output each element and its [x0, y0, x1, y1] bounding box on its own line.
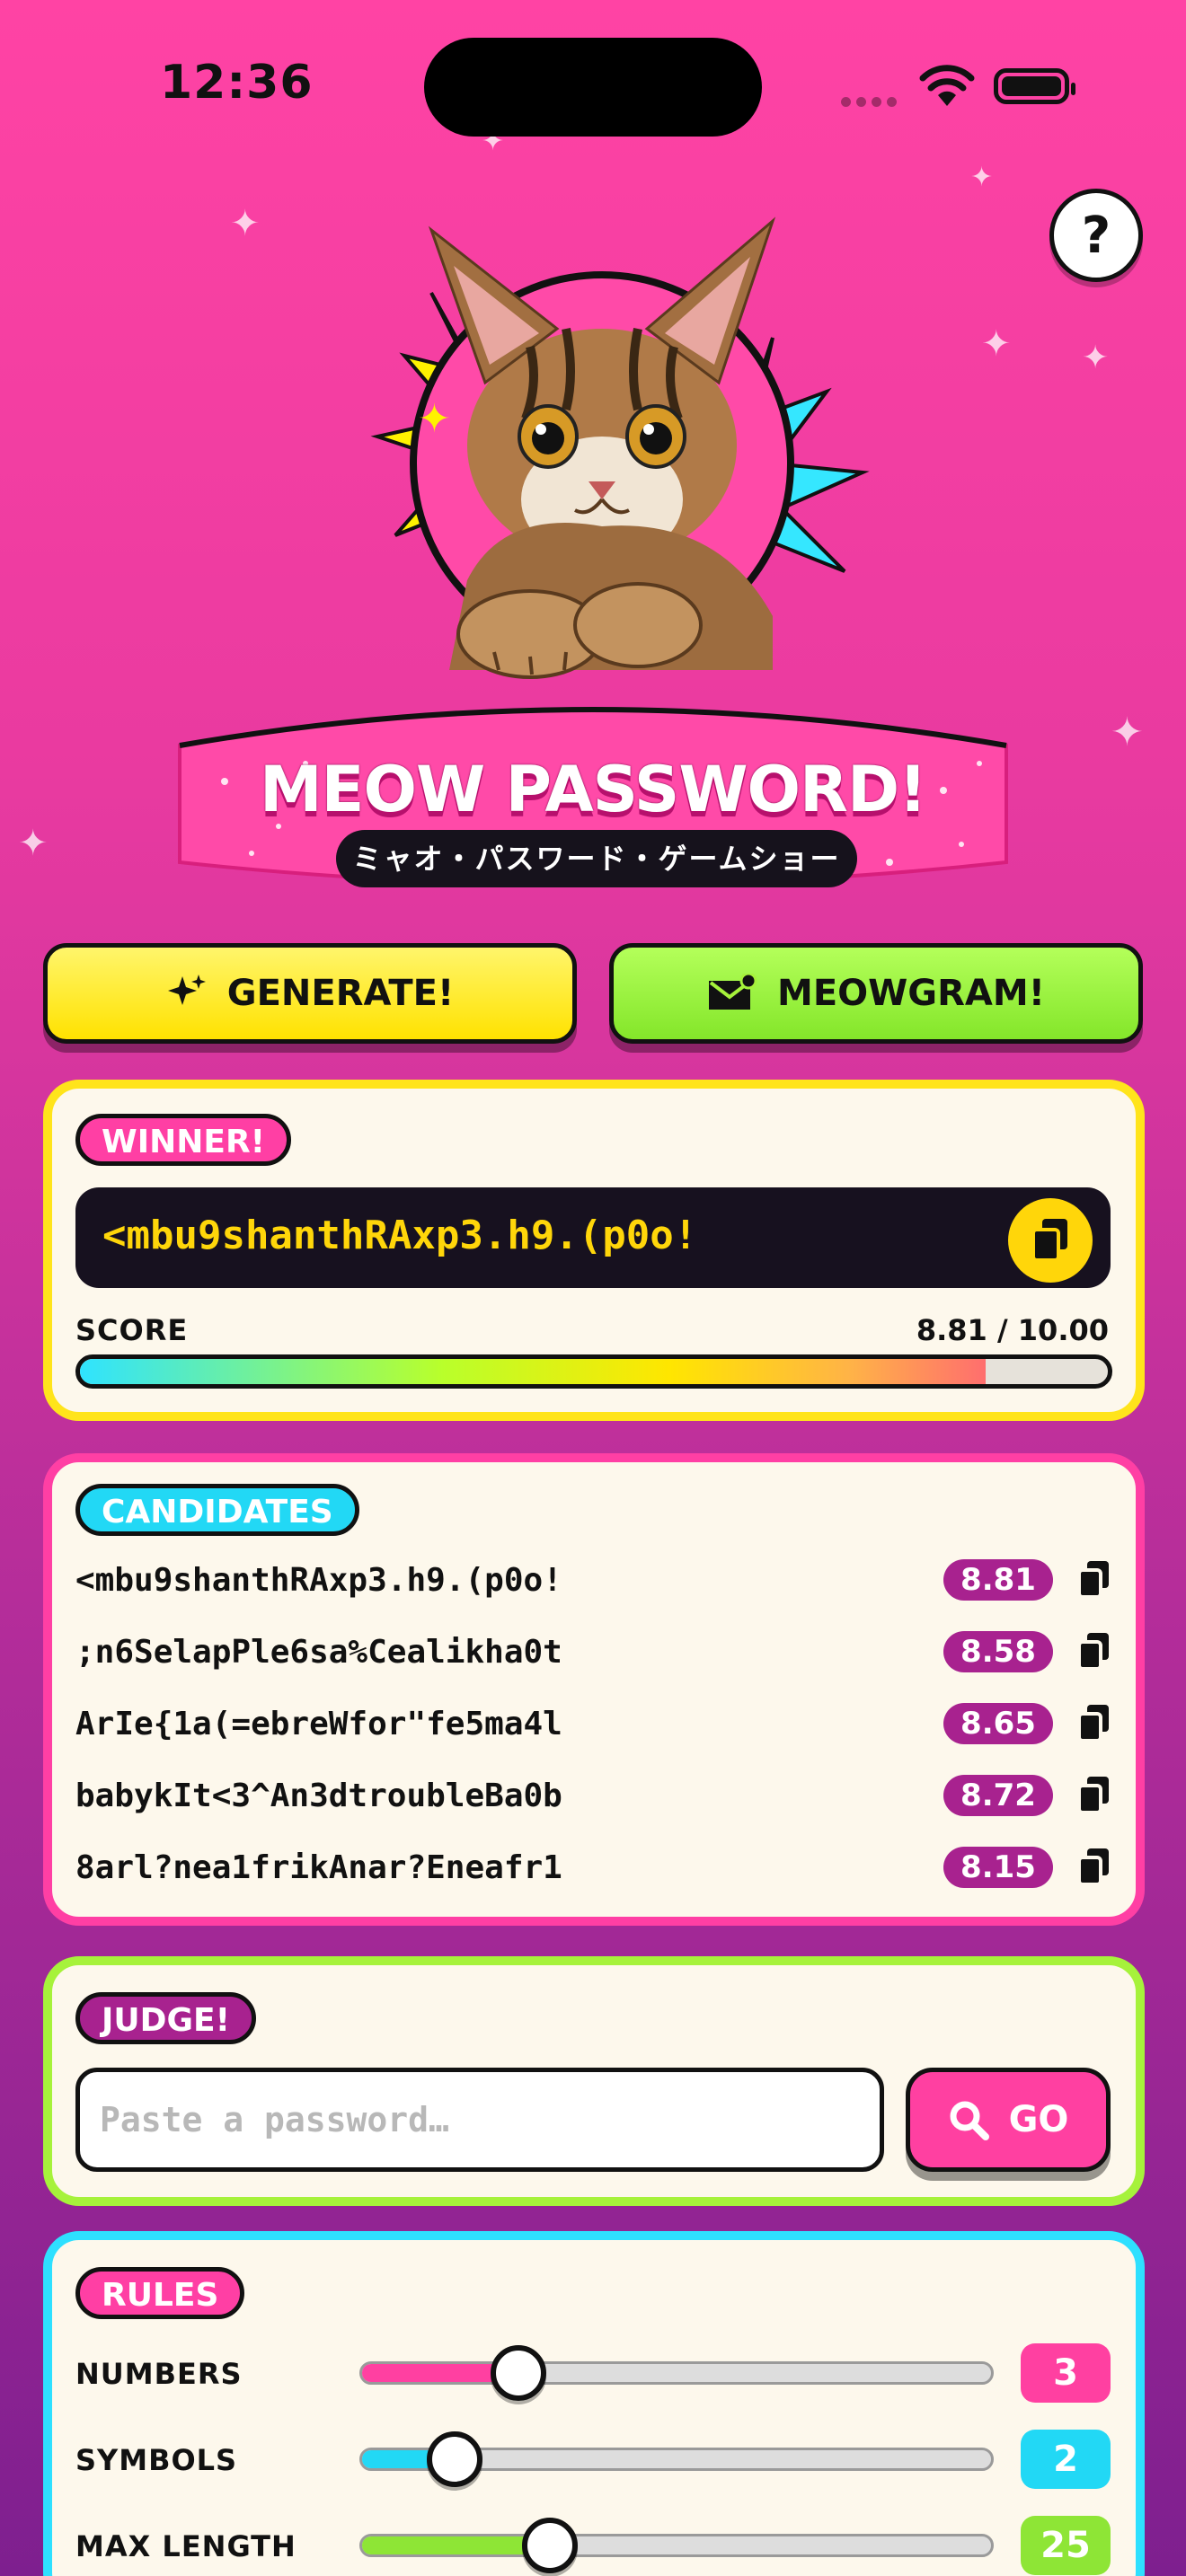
candidate-password: 8arl?nea1frikAnar?Eneafr1: [75, 1848, 562, 1886]
rule-label: NUMBERS: [75, 2357, 243, 2391]
copy-icon: [1077, 1777, 1109, 1814]
candidate-row: ArIe{1a(=ebreWfor"fe5ma4l 8.65: [75, 1696, 1112, 1751]
copy-icon: [1077, 1848, 1109, 1886]
sparkle-icon: ✦: [18, 823, 49, 864]
svg-text:✦: ✦: [418, 396, 451, 442]
app-subtitle: ミャオ・パスワード・ゲームショー: [336, 830, 857, 887]
candidate-row: ;n6SelapPle6sa%Cealikha0t 8.58: [75, 1624, 1112, 1680]
candidate-password: ArIe{1a(=ebreWfor"fe5ma4l: [75, 1705, 562, 1742]
candidate-password: babykIt<3^An3dtroubleBa0b: [75, 1777, 562, 1814]
battery-icon: [994, 68, 1075, 104]
sparkle-icon: ✦: [1082, 340, 1110, 376]
candidate-score: 8.65: [943, 1703, 1053, 1744]
candidate-score: 8.15: [943, 1847, 1053, 1888]
status-time: 12:36: [160, 56, 314, 110]
copy-winner-button[interactable]: [1008, 1198, 1093, 1283]
meowgram-button[interactable]: MEOWGRAM!: [609, 943, 1143, 1044]
candidate-row: 8arl?nea1frikAnar?Eneafr1 8.15: [75, 1839, 1112, 1895]
copy-icon: [1077, 1633, 1109, 1671]
app-title: MEOW PASSWORD!: [260, 753, 927, 826]
candidate-row: <mbu9shanthRAxp3.h9.(p0o! 8.81: [75, 1552, 1112, 1608]
signal-icon: [841, 93, 902, 110]
copy-icon: [1077, 1561, 1109, 1599]
sparkle-icon: ✦: [970, 162, 994, 193]
rule-slider-knob[interactable]: [490, 2345, 546, 2401]
score-value: 8.81 / 10.00: [916, 1313, 1109, 1347]
generate-button[interactable]: GENERATE!: [43, 943, 577, 1044]
copy-candidate-button[interactable]: [1076, 1775, 1112, 1816]
sparkle-icon: ✦: [1111, 710, 1144, 755]
candidate-score: 8.58: [943, 1631, 1053, 1672]
search-icon: [950, 2101, 989, 2140]
copy-candidate-button[interactable]: [1076, 1631, 1112, 1672]
go-label: GO: [1008, 2099, 1069, 2140]
rule-slider-track[interactable]: [359, 2361, 994, 2385]
rule-value: 3: [1021, 2343, 1111, 2403]
dynamic-island: [424, 38, 762, 137]
score-bar-fill: [80, 1359, 986, 1384]
candidate-score: 8.81: [943, 1559, 1053, 1601]
copy-candidate-button[interactable]: [1076, 1703, 1112, 1744]
sparkle-icon: ✦: [981, 323, 1012, 365]
sparkle-icon: ✦: [230, 203, 261, 244]
go-button[interactable]: GO: [906, 2068, 1111, 2172]
rule-value: 2: [1021, 2430, 1111, 2489]
rules-badge: RULES: [75, 2267, 245, 2319]
score-label: SCORE: [75, 1313, 189, 1347]
candidates-badge: CANDIDATES: [75, 1484, 359, 1536]
sparkles-icon: [167, 975, 206, 1005]
generate-label: GENERATE!: [226, 973, 455, 1014]
password-input[interactable]: [75, 2068, 884, 2172]
help-button[interactable]: ?: [1049, 189, 1143, 282]
candidate-password: <mbu9shanthRAxp3.h9.(p0o!: [75, 1561, 562, 1599]
score-bar: [75, 1354, 1112, 1389]
app-screen: ✦ ✦ ✦ ✦ ✦ ✦ ✦ 12:36 ? ✦ MEOW PASSWORD! ミ…: [0, 0, 1186, 2576]
judge-badge: JUDGE!: [75, 1992, 257, 2044]
copy-candidate-button[interactable]: [1076, 1847, 1112, 1888]
wifi-icon: [918, 65, 976, 111]
winner-password: <mbu9shanthRAxp3.h9.(p0o!: [102, 1213, 698, 1258]
meowgram-label: MEOWGRAM!: [777, 973, 1045, 1014]
rule-label: SYMBOLS: [75, 2443, 238, 2477]
cat-mascot-illustration: ✦: [270, 203, 934, 742]
copy-candidate-button[interactable]: [1076, 1559, 1112, 1601]
mail-icon: [709, 974, 757, 1010]
winner-badge: WINNER!: [75, 1114, 292, 1166]
rule-label: MAX LENGTH: [75, 2529, 296, 2563]
rule-slider-track[interactable]: [359, 2534, 994, 2557]
rule-slider-knob[interactable]: [426, 2431, 482, 2487]
rule-slider-knob[interactable]: [521, 2518, 578, 2573]
candidate-password: ;n6SelapPle6sa%Cealikha0t: [75, 1633, 562, 1671]
rule-value: 25: [1021, 2516, 1111, 2575]
candidate-score: 8.72: [943, 1775, 1053, 1816]
copy-icon: [1031, 1219, 1067, 1262]
copy-icon: [1077, 1705, 1109, 1742]
candidate-row: babykIt<3^An3dtroubleBa0b 8.72: [75, 1768, 1112, 1823]
